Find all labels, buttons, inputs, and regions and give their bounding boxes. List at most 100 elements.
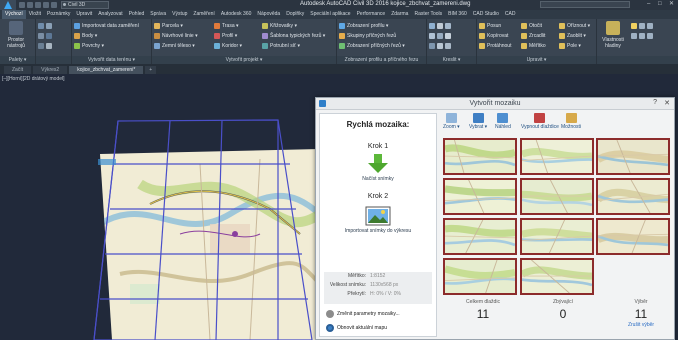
map-tile[interactable] <box>520 218 594 255</box>
map-tile[interactable] <box>443 218 517 255</box>
feature-line-button[interactable]: Návrhové linie ▾ <box>154 33 198 39</box>
tool-icon[interactable] <box>38 43 44 49</box>
rotate-button[interactable]: Otočit <box>521 23 542 29</box>
profile-view-button[interactable]: Zobrazení profilu ▾ <box>339 23 388 29</box>
ribbon-tab[interactable]: Výstup <box>169 10 190 19</box>
move-button[interactable]: Posun <box>479 23 501 29</box>
dimension-icon[interactable] <box>437 43 443 49</box>
layer-icon[interactable] <box>631 33 637 39</box>
layer-icon[interactable] <box>647 23 653 29</box>
table-icon[interactable] <box>445 43 451 49</box>
parcel-button[interactable]: Parcela ▾ <box>154 23 183 29</box>
map-tile[interactable] <box>443 258 517 295</box>
map-tile[interactable] <box>596 218 670 255</box>
surfaces-button[interactable]: Povrchy ▾ <box>74 43 104 49</box>
new-tab-button[interactable]: + <box>145 66 157 74</box>
hatch-icon[interactable] <box>445 33 451 39</box>
polyline-icon[interactable] <box>437 23 443 29</box>
corridor-button[interactable]: Koridor ▾ <box>214 43 242 49</box>
help-button[interactable]: ? <box>653 99 657 106</box>
layer-icon[interactable] <box>647 33 653 39</box>
layer-icon[interactable] <box>639 33 645 39</box>
toolspace-button[interactable]: Prostor nástrojů <box>2 21 30 49</box>
text-icon[interactable] <box>429 43 435 49</box>
maximize-button[interactable]: □ <box>658 1 664 7</box>
ribbon-tab[interactable]: Výchozí <box>2 10 26 19</box>
layer-properties-button[interactable]: Vlastnosti hladiny <box>599 21 627 49</box>
help-search-input[interactable] <box>540 1 630 8</box>
app-menu-button[interactable] <box>0 0 16 10</box>
ribbon-tab[interactable]: Zaměření <box>190 10 217 19</box>
dialog-title-bar[interactable]: Vytvořit mozaiku ? ✕ <box>316 98 674 110</box>
circle-icon[interactable] <box>445 23 451 29</box>
toolbar-button[interactable]: Náhled <box>495 113 511 130</box>
draw-panel-title[interactable]: Kreslit ▾ <box>427 56 476 64</box>
modify-panel-title[interactable]: Upravit ▾ <box>477 56 596 64</box>
arc-icon[interactable] <box>429 33 435 39</box>
assembly-button[interactable]: Šablona typických řezů ▾ <box>262 33 325 39</box>
grading-button[interactable]: Zemní těleso ▾ <box>154 43 195 49</box>
profile-button[interactable]: Profil ▾ <box>214 33 237 39</box>
map-tile[interactable] <box>520 258 594 295</box>
map-tile[interactable] <box>596 138 670 175</box>
ribbon-tab[interactable]: Analyzovat <box>95 10 125 19</box>
minimize-button[interactable]: – <box>647 1 653 7</box>
undo-icon[interactable] <box>43 2 49 8</box>
layer-icon[interactable] <box>639 23 645 29</box>
open-file-icon[interactable] <box>27 2 33 8</box>
redo-icon[interactable] <box>51 2 57 8</box>
section-views-button[interactable]: Zobrazení příčných řezů ▾ <box>339 43 405 49</box>
workspace-select[interactable]: Civil 3D <box>61 1 109 9</box>
close-window-button[interactable]: ✕ <box>669 1 675 7</box>
create-ground-data-title[interactable]: Vytvořit data terénu ▾ <box>72 56 151 64</box>
tool-icon[interactable] <box>38 23 44 29</box>
document-tab[interactable]: Výkres2 <box>33 66 68 74</box>
palettes-panel-title[interactable]: Palety ▾ <box>0 56 35 64</box>
map-tile[interactable] <box>520 178 594 215</box>
tool-icon[interactable] <box>46 43 52 49</box>
ribbon-tab[interactable]: Autodesk 360 <box>218 10 255 19</box>
fillet-button[interactable]: Zaoblit ▾ <box>559 33 586 39</box>
document-tab[interactable]: kojice_zbchvat_zamereni* <box>69 66 144 74</box>
ribbon-tab[interactable]: CAD <box>502 10 519 19</box>
ribbon-tab[interactable]: CAD Studio <box>470 10 502 19</box>
toolbar-button[interactable]: Vypnout dlaždice <box>521 113 559 130</box>
viewport-controls[interactable]: [–][Horní][2D drátový model] <box>2 76 65 82</box>
array-button[interactable]: Pole ▾ <box>559 43 581 49</box>
document-tab[interactable]: Začít <box>4 66 32 74</box>
ribbon-tab[interactable]: Performance <box>354 10 389 19</box>
tool-icon[interactable] <box>38 33 44 39</box>
load-images-button[interactable]: Načíst snímky <box>328 154 428 182</box>
stretch-button[interactable]: Protáhnout <box>479 43 511 49</box>
ribbon-tab[interactable]: Upravit <box>73 10 95 19</box>
import-images-button[interactable]: Importovat snímky do výkresu <box>328 206 428 234</box>
lightbulb-icon[interactable] <box>631 23 637 29</box>
map-tile[interactable] <box>443 138 517 175</box>
toolbar-button[interactable]: Vybrat ▾ <box>469 113 487 130</box>
ribbon-tab[interactable]: Správa <box>147 10 169 19</box>
map-tile[interactable] <box>596 178 670 215</box>
copy-button[interactable]: Kopírovat <box>479 33 508 39</box>
mirror-button[interactable]: Zrcadlit <box>521 33 545 39</box>
ribbon-tab[interactable]: BIM 360 <box>445 10 470 19</box>
map-tile[interactable] <box>520 138 594 175</box>
map-tile[interactable] <box>443 178 517 215</box>
ribbon-tab[interactable]: Zdarma <box>388 10 411 19</box>
ribbon-tab[interactable]: Vložit <box>26 10 44 19</box>
rectangle-icon[interactable] <box>437 33 443 39</box>
tool-icon[interactable] <box>46 33 52 39</box>
ribbon-tab[interactable]: Pohled <box>126 10 148 19</box>
trim-button[interactable]: Oříznout ▾ <box>559 23 590 29</box>
new-file-icon[interactable] <box>19 2 25 8</box>
save-icon[interactable] <box>35 2 41 8</box>
ribbon-tab[interactable]: Speciální aplikace <box>307 10 353 19</box>
create-design-title[interactable]: Vytvořit projekt ▾ <box>152 56 336 64</box>
ribbon-tab[interactable]: Nápověda <box>254 10 283 19</box>
ribbon-tab[interactable]: Doplňky <box>283 10 307 19</box>
clear-selection-link[interactable]: Zrušit výběr <box>611 322 671 328</box>
change-parameters-link[interactable]: Změnit parametry mozaiky... <box>326 310 400 318</box>
sample-lines-button[interactable]: Skupiny příčných řezů <box>339 33 396 39</box>
toolbar-button[interactable]: Zoom ▾ <box>443 113 460 130</box>
alignment-button[interactable]: Trasa ▾ <box>214 23 239 29</box>
ribbon-tab[interactable]: Poznámky <box>44 10 73 19</box>
